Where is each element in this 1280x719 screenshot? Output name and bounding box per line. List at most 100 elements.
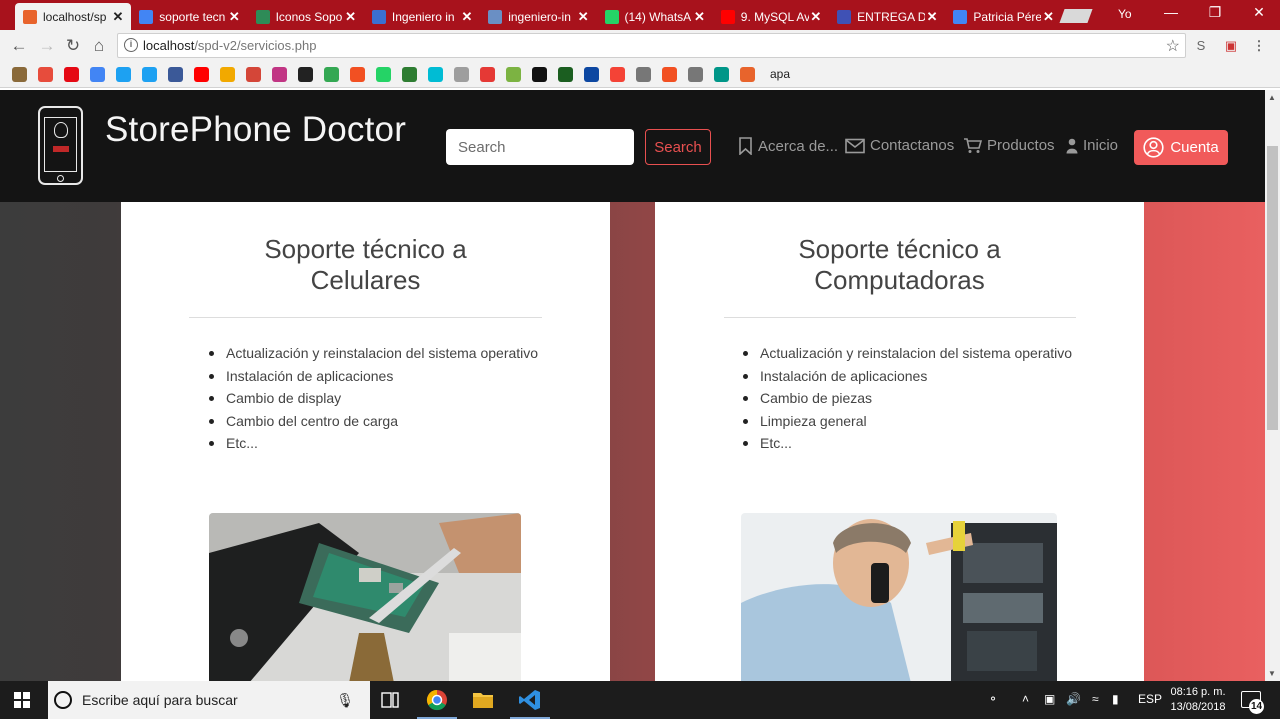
scroll-up-icon[interactable]: ▲ <box>1268 93 1276 102</box>
bookmark-favicon-icon[interactable] <box>376 67 391 82</box>
tab-title: Ingeniero in <box>391 9 455 24</box>
nav-products[interactable]: Productos <box>963 137 1055 154</box>
bookmark-favicon-icon[interactable] <box>532 67 547 82</box>
cortana-icon[interactable] <box>54 691 72 709</box>
bookmark-apa[interactable]: apa <box>770 67 790 81</box>
phone-repair-photo <box>209 513 521 681</box>
close-window-icon[interactable]: ✕ <box>1244 4 1274 21</box>
tab-close-icon[interactable]: ✕ <box>111 9 125 25</box>
browser-tab[interactable]: Patricia Pére ✕ <box>945 3 1061 30</box>
nav-contact[interactable]: Contactanos <box>845 137 954 154</box>
bookmark-favicon-icon[interactable] <box>610 67 625 82</box>
home-icon[interactable]: ⌂ <box>88 35 110 57</box>
site-info-icon[interactable]: i <box>124 38 138 52</box>
bookmark-favicon-icon[interactable] <box>272 67 287 82</box>
taskbar-search-box[interactable]: Escribe aquí para buscar 🎙 <box>48 681 370 719</box>
microphone-icon[interactable]: 🎙 <box>336 692 354 709</box>
tab-close-icon[interactable]: ✕ <box>809 9 823 25</box>
bookmark-favicon-icon[interactable] <box>38 67 53 82</box>
page-scrollbar[interactable]: ▲ ▼ <box>1265 90 1280 681</box>
bookmark-favicon-icon[interactable] <box>558 67 573 82</box>
site-brand[interactable]: StorePhone Doctor <box>105 110 406 150</box>
bookmark-favicon-icon[interactable] <box>428 67 443 82</box>
bookmark-favicon-icon[interactable] <box>246 67 261 82</box>
account-button[interactable]: Cuenta <box>1134 130 1228 165</box>
scroll-thumb[interactable] <box>1267 146 1278 430</box>
url-text[interactable]: localhost/spd-v2/servicios.php <box>143 38 316 53</box>
bookmark-favicon-icon[interactable] <box>506 67 521 82</box>
bookmark-favicon-icon[interactable] <box>740 67 755 82</box>
taskbar-search-input[interactable]: Escribe aquí para buscar <box>82 692 336 708</box>
bookmark-favicon-icon[interactable] <box>480 67 495 82</box>
bookmark-favicon-icon[interactable] <box>402 67 417 82</box>
bookmark-favicon-icon[interactable] <box>194 67 209 82</box>
extension-pocket-icon[interactable]: ▣ <box>1222 37 1240 55</box>
browser-tab[interactable]: Ingeniero in ✕ <box>364 3 480 30</box>
browser-tab[interactable]: 9. MySQL Av ✕ <box>713 3 829 30</box>
chrome-taskbar-icon[interactable] <box>417 681 457 719</box>
language-indicator[interactable]: ESP <box>1138 692 1162 706</box>
wifi-icon[interactable]: ≈ <box>1092 692 1099 706</box>
network-icon[interactable]: ▣ <box>1044 692 1055 706</box>
tab-title: ENTREGA D <box>857 9 926 24</box>
bookmark-favicon-icon[interactable] <box>662 67 677 82</box>
browser-tab[interactable]: ingeniero-in ✕ <box>480 3 596 30</box>
nav-about[interactable]: Acerca de... <box>738 137 838 155</box>
scroll-down-icon[interactable]: ▼ <box>1268 669 1276 678</box>
tab-close-icon[interactable]: ✕ <box>460 9 474 25</box>
search-input[interactable] <box>446 129 634 165</box>
minimize-icon[interactable]: — <box>1156 4 1186 20</box>
browser-tab[interactable]: (14) WhatsA ✕ <box>597 3 713 30</box>
taskbar-clock[interactable]: 08:16 p. m. 13/08/2018 <box>1166 685 1230 715</box>
tray-chevron-icon[interactable]: ˄ <box>1022 692 1029 706</box>
bookmark-favicon-icon[interactable] <box>142 67 157 82</box>
search-button[interactable]: Search <box>645 129 711 165</box>
bookmark-favicon-icon[interactable] <box>116 67 131 82</box>
tab-close-icon[interactable]: ✕ <box>925 9 939 25</box>
bookmark-favicon-icon[interactable] <box>324 67 339 82</box>
browser-tab[interactable]: ENTREGA D ✕ <box>829 3 945 30</box>
bookmark-favicon-icon[interactable] <box>584 67 599 82</box>
extension-skype-icon[interactable]: S <box>1192 37 1210 55</box>
windows-start-icon[interactable] <box>14 692 30 708</box>
bookmark-favicon-icon[interactable] <box>454 67 469 82</box>
phone-doctor-logo[interactable] <box>38 106 83 185</box>
bookmark-favicon-icon[interactable] <box>636 67 651 82</box>
bookmark-favicon-icon[interactable] <box>688 67 703 82</box>
browser-menu-icon[interactable]: ⋮ <box>1250 37 1268 55</box>
tab-close-icon[interactable]: ✕ <box>693 9 707 25</box>
people-icon[interactable]: ⚬ <box>988 692 998 706</box>
list-item: Actualización y reinstalacion del sistem… <box>742 342 1072 365</box>
bookmark-favicon-icon[interactable] <box>90 67 105 82</box>
tab-close-icon[interactable]: ✕ <box>344 9 358 25</box>
tab-close-icon[interactable]: ✕ <box>1041 9 1055 25</box>
bookmark-favicon-icon[interactable] <box>714 67 729 82</box>
nav-home[interactable]: Inicio <box>1066 137 1118 154</box>
bookmark-favicon-icon[interactable] <box>350 67 365 82</box>
bookmark-favicon-icon[interactable] <box>64 67 79 82</box>
bookmark-star-icon[interactable]: ☆ <box>1166 36 1180 56</box>
address-bar[interactable]: i localhost/spd-v2/servicios.php ☆ <box>117 33 1186 58</box>
profile-button[interactable]: Yo <box>1118 7 1132 21</box>
task-view-icon[interactable] <box>370 681 410 719</box>
bookmark-favicon-icon[interactable] <box>168 67 183 82</box>
browser-tab[interactable]: Iconos Sopo ✕ <box>248 3 364 30</box>
tab-favicon-icon <box>139 9 154 24</box>
back-arrow-icon[interactable]: ← <box>8 35 30 57</box>
new-tab-button[interactable] <box>1059 9 1093 23</box>
bookmark-favicon-icon[interactable] <box>298 67 313 82</box>
bookmark-favicon-icon[interactable] <box>12 67 27 82</box>
tab-close-icon[interactable]: ✕ <box>576 9 590 25</box>
vscode-taskbar-icon[interactable] <box>510 681 550 719</box>
browser-tab[interactable]: soporte tecn ✕ <box>131 3 247 30</box>
reload-icon[interactable]: ↻ <box>62 35 84 57</box>
bookmark-favicon-icon[interactable] <box>220 67 235 82</box>
forward-arrow-icon[interactable]: → <box>36 35 58 57</box>
volume-icon[interactable]: 🔊 <box>1066 692 1081 706</box>
browser-tab[interactable]: localhost/sp ✕ <box>15 3 131 30</box>
file-explorer-icon[interactable] <box>463 681 503 719</box>
tab-close-icon[interactable]: ✕ <box>227 9 241 25</box>
windows-taskbar: Escribe aquí para buscar 🎙 ⚬ ˄ ▣ 🔊 ≈ ▮ E… <box>0 681 1280 719</box>
restore-icon[interactable]: ❐ <box>1200 4 1230 21</box>
battery-icon[interactable]: ▮ <box>1112 692 1119 706</box>
